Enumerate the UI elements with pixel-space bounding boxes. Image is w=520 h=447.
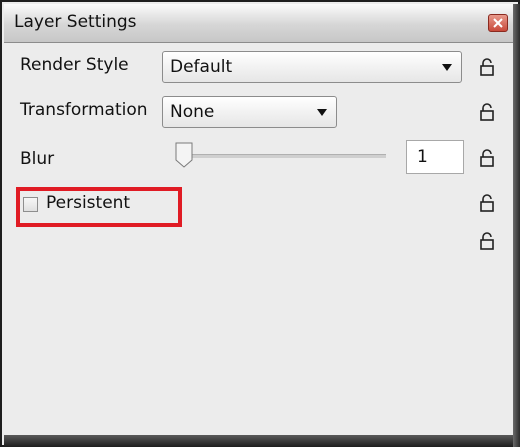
unlocked-padlock-icon[interactable]	[479, 149, 495, 167]
close-icon	[493, 18, 503, 28]
render-style-label: Render Style	[20, 55, 129, 75]
chevron-down-icon	[442, 64, 452, 71]
unlocked-padlock-icon[interactable]	[479, 232, 495, 250]
unlocked-padlock-icon[interactable]	[479, 194, 495, 212]
window-title: Layer Settings	[14, 12, 137, 32]
unlocked-padlock-icon[interactable]	[479, 58, 495, 76]
render-style-value: Default	[170, 57, 233, 77]
transformation-label: Transformation	[20, 100, 148, 120]
blur-value: 1	[417, 147, 428, 167]
highlight-box	[16, 187, 182, 227]
right-edge-scrollbar[interactable]	[513, 4, 520, 447]
blur-slider-track[interactable]	[192, 154, 386, 158]
bottom-border	[4, 435, 513, 447]
transformation-dropdown[interactable]: None	[162, 96, 337, 128]
settings-content: Render Style Default Transformation None…	[4, 43, 513, 435]
close-button[interactable]	[488, 14, 508, 32]
render-style-dropdown[interactable]: Default	[162, 51, 462, 83]
title-bar[interactable]: Layer Settings	[4, 4, 513, 43]
unlocked-padlock-icon[interactable]	[479, 103, 495, 121]
blur-label: Blur	[20, 149, 55, 169]
blur-slider-thumb[interactable]	[175, 142, 193, 168]
blur-value-field[interactable]: 1	[406, 140, 464, 174]
chevron-down-icon	[317, 109, 327, 116]
layer-settings-panel: Layer Settings Render Style Default Tran…	[0, 0, 520, 447]
transformation-value: None	[170, 102, 215, 122]
